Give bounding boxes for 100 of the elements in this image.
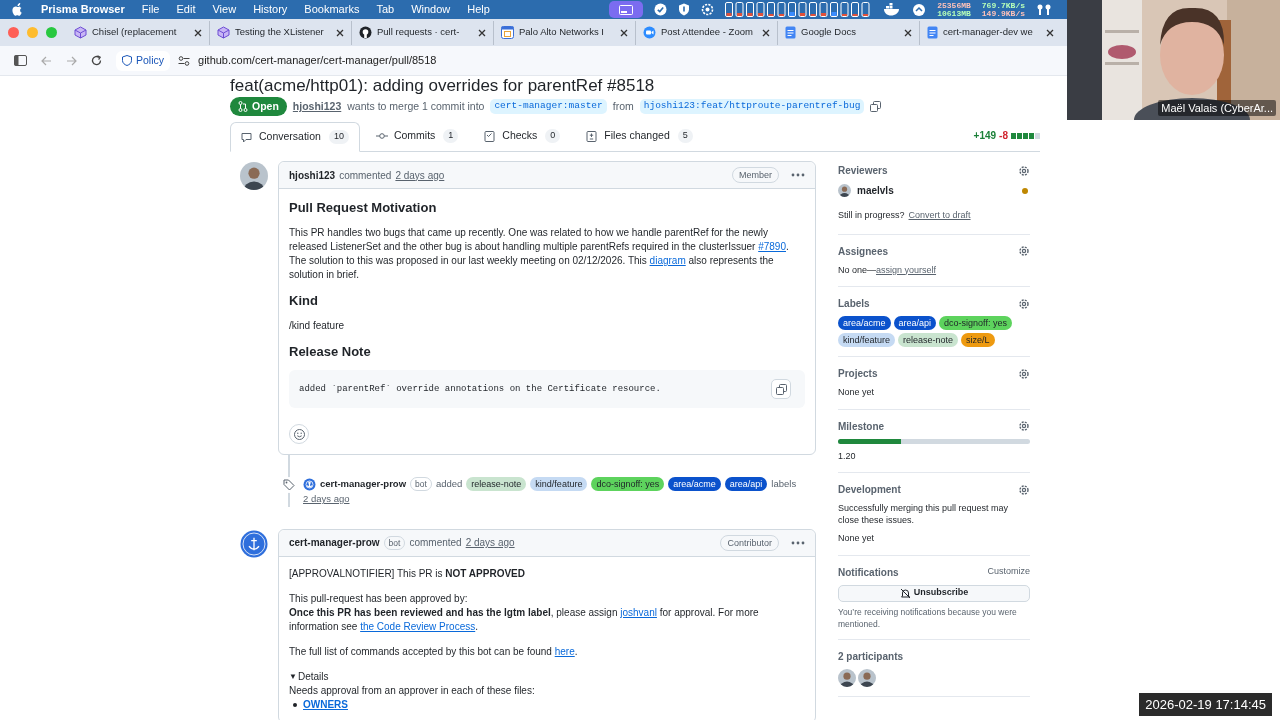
- pull-request-tab[interactable]: Files changed 5: [576, 121, 703, 151]
- label-tag[interactable]: release-note: [466, 477, 527, 492]
- reload-icon[interactable]: [91, 55, 102, 66]
- count-badge: 10: [328, 130, 349, 144]
- settings-icon[interactable]: [1018, 245, 1030, 257]
- pull-request-tab[interactable]: Checks 0: [474, 121, 571, 151]
- settings-icon[interactable]: [1018, 297, 1030, 310]
- copy-icon[interactable]: [870, 101, 882, 112]
- tab-title: Pull requests · cert-: [377, 25, 460, 40]
- close-icon[interactable]: [336, 28, 344, 37]
- more-options-icon[interactable]: [791, 540, 805, 545]
- app-menu[interactable]: Prisma Browser: [41, 1, 125, 18]
- settings-icon[interactable]: [1018, 367, 1030, 380]
- code-text: added `parentRef` override annotations on the Certificate resource.: [299, 383, 661, 396]
- link[interactable]: here: [554, 645, 575, 657]
- browser-tab[interactable]: cert-manager-dev we: [919, 20, 1061, 45]
- apple-logo-icon[interactable]: [12, 3, 23, 16]
- system-stat: 25356MB: [937, 1, 971, 10]
- link[interactable]: diagram: [649, 255, 686, 266]
- label-tag[interactable]: area/acme: [668, 477, 721, 492]
- user-avatar[interactable]: [838, 184, 851, 197]
- details-summary[interactable]: Details: [297, 669, 329, 684]
- bell-slash-icon[interactable]: [899, 587, 911, 599]
- link[interactable]: joshvanl: [620, 606, 657, 618]
- action-text: added: [435, 477, 463, 491]
- pull-request-tab[interactable]: Conversation 10: [230, 122, 360, 152]
- menu-item[interactable]: Window: [411, 1, 451, 18]
- file-diff-icon: [586, 130, 599, 142]
- customize-link[interactable]: Customize: [987, 565, 1030, 579]
- more-options-icon[interactable]: [791, 173, 805, 177]
- earbuds-icon[interactable]: [1036, 3, 1052, 16]
- bot-avatar[interactable]: [240, 529, 268, 558]
- close-icon[interactable]: [1046, 28, 1054, 37]
- menu-item[interactable]: Bookmarks: [304, 1, 360, 18]
- link[interactable]: Convert to draft: [908, 209, 971, 223]
- app-indicator-icon[interactable]: [609, 1, 644, 18]
- author-name[interactable]: cert-manager-prow: [320, 477, 407, 492]
- pull-request-tab[interactable]: Commits 1: [365, 121, 469, 151]
- sidebar-toggle-icon[interactable]: [14, 55, 27, 66]
- browser-tab[interactable]: Google Docs: [777, 20, 919, 45]
- bot-avatar[interactable]: [303, 477, 316, 491]
- branch-name[interactable]: hjoshi123:feat/httproute-parentref-bug: [639, 99, 865, 114]
- check-circle-icon[interactable]: [654, 3, 668, 16]
- user-avatar[interactable]: [858, 668, 876, 687]
- author-name[interactable]: cert-manager-prow: [289, 535, 380, 550]
- address-field[interactable]: github.com/cert-manager/cert-manager/pull/8518: [198, 52, 437, 69]
- menu-item[interactable]: Tab: [376, 1, 395, 18]
- menu-item[interactable]: Help: [467, 1, 490, 18]
- browser-tab[interactable]: Pull requests · cert-: [351, 20, 493, 45]
- link[interactable]: assign yourself: [876, 263, 937, 277]
- gear-icon[interactable]: [701, 3, 715, 16]
- tab-title: Testing the XListener: [235, 25, 324, 40]
- label-tag[interactable]: release-note: [898, 333, 959, 347]
- close-icon[interactable]: [620, 28, 628, 37]
- reviewer-name[interactable]: maelvls: [857, 183, 894, 198]
- label-tag[interactable]: dco-signoff: yes: [591, 477, 665, 492]
- timestamp-link[interactable]: 2 days ago: [303, 492, 816, 507]
- author-link[interactable]: hjoshi123: [292, 98, 342, 115]
- menu-item[interactable]: History: [253, 1, 288, 18]
- settings-icon[interactable]: [1018, 164, 1030, 177]
- label-tag[interactable]: size/L: [961, 333, 995, 347]
- paragraph: The full list of commands accepted by this bot can be found here.: [289, 644, 579, 659]
- browser-tab[interactable]: Post Attendee - Zoom: [635, 20, 777, 45]
- menu-item[interactable]: Edit: [176, 1, 196, 18]
- link[interactable]: #7890: [758, 241, 786, 252]
- disclosure-triangle[interactable]: ▼: [289, 669, 297, 684]
- label-tag[interactable]: kind/feature: [838, 333, 896, 347]
- timestamp-link[interactable]: 2 days ago: [395, 167, 445, 183]
- close-icon[interactable]: [478, 28, 486, 37]
- site-settings-icon[interactable]: [178, 55, 190, 66]
- label-tag[interactable]: kind/feature: [530, 477, 588, 492]
- section-title: Labels: [838, 297, 870, 311]
- close-icon[interactable]: [904, 28, 912, 37]
- commit-icon: [375, 130, 388, 142]
- timestamp-link[interactable]: 2 days ago: [465, 535, 515, 550]
- close-icon[interactable]: [194, 28, 202, 37]
- user-avatar[interactable]: [240, 162, 268, 190]
- policy-button[interactable]: Policy: [116, 50, 170, 71]
- system-stat: 769.7KB/s: [981, 1, 1025, 10]
- label-tag[interactable]: dco-signoff: yes: [939, 316, 1012, 330]
- unsubscribe-button[interactable]: Unsubscribe: [838, 584, 1030, 602]
- author-name[interactable]: hjoshi123: [289, 167, 336, 183]
- menu-item[interactable]: View: [212, 1, 237, 18]
- whale-icon[interactable]: [883, 3, 902, 16]
- label-tag[interactable]: area/api: [893, 316, 937, 330]
- browser-tab[interactable]: Chisel (replacement: [67, 20, 209, 45]
- branch-name[interactable]: cert-manager:master: [490, 99, 607, 114]
- label-tag[interactable]: area/api: [724, 477, 768, 492]
- settings-icon[interactable]: [1018, 420, 1030, 432]
- shield-icon[interactable]: [678, 3, 691, 16]
- link[interactable]: OWNERS: [303, 697, 348, 712]
- menu-item[interactable]: File: [141, 1, 160, 18]
- milestone-name[interactable]: 1.20: [838, 449, 1030, 463]
- browser-tab[interactable]: Testing the XListener: [209, 20, 351, 45]
- user-avatar[interactable]: [838, 668, 856, 687]
- browser-tab[interactable]: Palo Alto Networks I: [493, 20, 635, 45]
- arrow-circle-icon[interactable]: [912, 2, 927, 17]
- close-icon[interactable]: [762, 28, 770, 37]
- settings-icon[interactable]: [1018, 483, 1030, 496]
- label-tag[interactable]: area/acme: [838, 316, 891, 330]
